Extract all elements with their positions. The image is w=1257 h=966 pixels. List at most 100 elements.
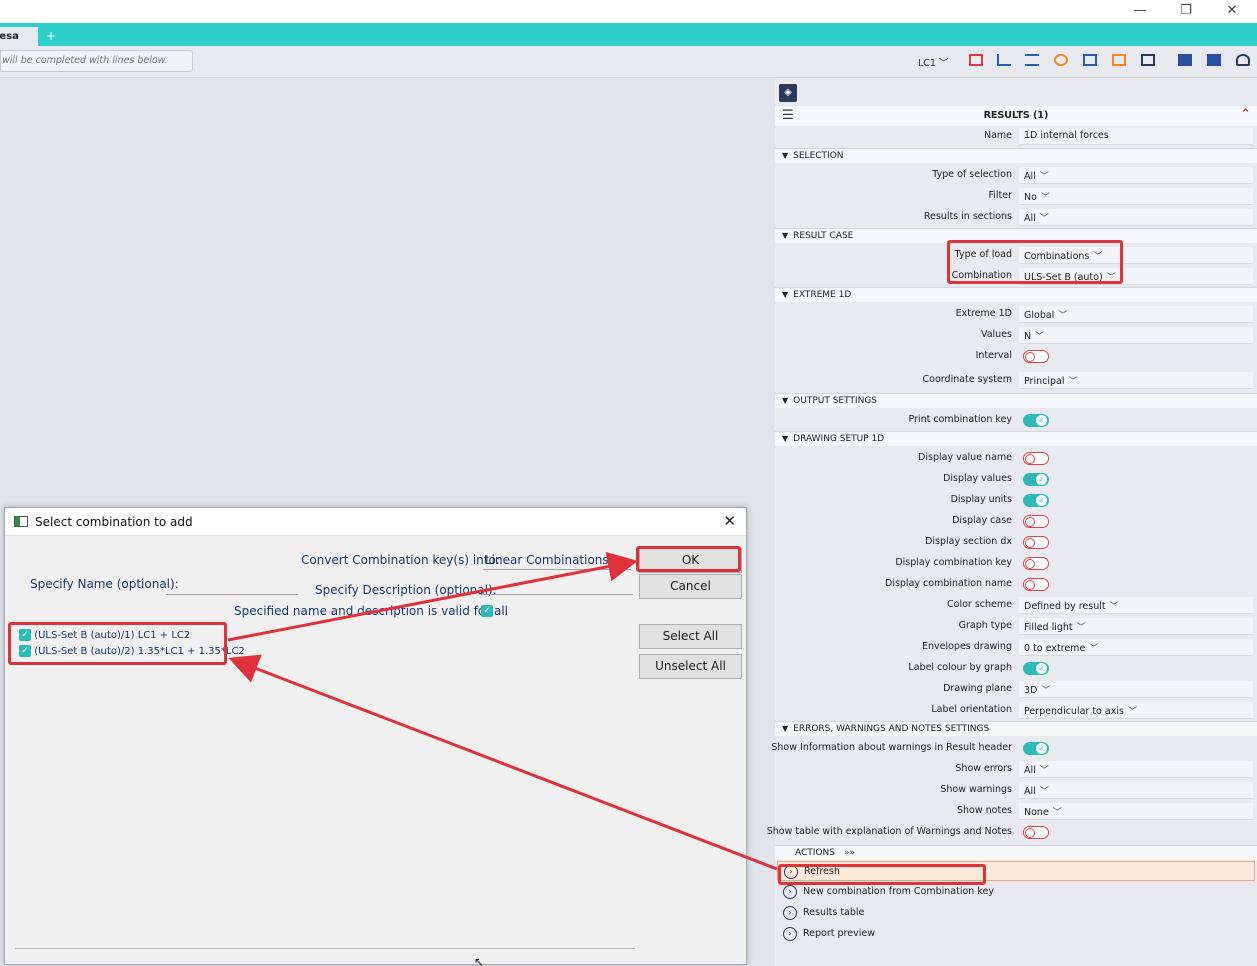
section-title: RESULT CASE (793, 231, 854, 241)
chevron-down-icon: ﹀ (1068, 377, 1078, 387)
section-output-settings[interactable]: ▼ OUTPUT SETTINGS (775, 393, 1257, 408)
property-value: No (1024, 192, 1037, 203)
toggle-switch[interactable] (1023, 414, 1049, 427)
property-row: Graph type Filled light ﹀ (775, 616, 1257, 637)
cancel-button[interactable]: Cancel (639, 574, 742, 599)
toggle-switch[interactable] (1023, 826, 1049, 839)
section-selection[interactable]: ▼ SELECTION (775, 148, 1257, 163)
property-row: Display combination key (775, 553, 1257, 574)
toggle-switch[interactable] (1023, 557, 1049, 570)
section-errors-warnings[interactable]: ▼ ERRORS, WARNINGS AND NOTES SETTINGS (775, 721, 1257, 736)
property-select[interactable]: None ﹀ (1019, 803, 1253, 820)
horizontal-scrollbar[interactable] (15, 948, 635, 949)
property-select[interactable]: All ﹀ (1019, 209, 1253, 226)
property-select[interactable]: 3D ﹀ (1019, 681, 1253, 698)
property-label: Interval (975, 350, 1012, 361)
frame-icon[interactable] (966, 51, 986, 71)
property-row: Display case (775, 511, 1257, 532)
property-label: Drawing plane (943, 683, 1012, 694)
property-select[interactable]: All ﹀ (1019, 761, 1253, 778)
property-select[interactable]: Perpendicular to axis ﹀ (1019, 702, 1253, 719)
description-input[interactable] (479, 594, 633, 595)
property-row: Display value name (775, 448, 1257, 469)
property-label: Coordinate system (922, 374, 1012, 385)
toggle-switch[interactable] (1023, 662, 1049, 675)
load-case-select[interactable]: LC1 ﹀ (918, 55, 949, 69)
section-extreme-1d[interactable]: ▼ EXTREME 1D (775, 287, 1257, 302)
action-label: New combination from Combination key (803, 886, 994, 897)
section-drawing-setup[interactable]: ▼ DRAWING SETUP 1D (775, 431, 1257, 446)
action-report-preview[interactable]: › Report preview (777, 924, 1255, 944)
property-label: Display value name (918, 452, 1012, 463)
chevron-down-icon: ﹀ (939, 58, 949, 69)
toggle-switch[interactable] (1023, 578, 1049, 591)
section-actions[interactable]: ACTIONS »» (775, 845, 1257, 860)
expand-triangle-icon: ▼ (782, 151, 789, 160)
convert-select[interactable]: Linear Combinations (485, 553, 609, 567)
coordinate-system-select[interactable]: Principal ﹀ (1019, 372, 1253, 389)
property-select[interactable]: N ﹀ (1019, 327, 1253, 344)
property-select[interactable]: All ﹀ (1019, 167, 1253, 184)
close-icon[interactable]: ✕ (1222, 3, 1242, 19)
chevron-down-icon[interactable]: ⌄ (617, 552, 625, 563)
add-tab-button[interactable]: + (46, 29, 56, 43)
chevron-right-circle-icon: › (783, 885, 797, 899)
minimize-icon[interactable]: — (1130, 3, 1150, 19)
chevron-down-icon: ﹀ (1035, 332, 1045, 342)
lock-icon[interactable] (1109, 51, 1129, 71)
property-label: Display section dx (925, 536, 1012, 547)
window-titlebar: — ❐ ✕ (0, 0, 1257, 23)
tab-project[interactable]: Lesa (0, 27, 38, 46)
property-value: Principal (1024, 376, 1065, 387)
toggle-switch[interactable] (1023, 452, 1049, 465)
property-select[interactable]: Filled light ﹀ (1019, 618, 1253, 635)
property-select[interactable]: Global ﹀ (1019, 306, 1253, 323)
dialog-close-icon[interactable]: ✕ (723, 512, 736, 530)
results-header: ☰ RESULTS (1) ⌃ (775, 106, 1257, 126)
results-properties-panel: ◈ ☰ RESULTS (1) ⌃ Name 1D internal force… (767, 78, 1257, 966)
convert-label: Convert Combination key(s) into: (301, 553, 500, 567)
name-input[interactable] (166, 594, 298, 595)
action-results-table[interactable]: › Results table (777, 903, 1255, 923)
restore-icon[interactable]: ❐ (1176, 3, 1196, 19)
property-row: Extreme 1D Global ﹀ (775, 304, 1257, 325)
property-select[interactable]: Defined by result ﹀ (1019, 597, 1253, 614)
model-icon[interactable] (1080, 51, 1100, 71)
property-label: Show table with explanation of Warnings … (766, 826, 1012, 837)
dialog-titlebar: Select combination to add ✕ (5, 508, 746, 536)
chevron-down-icon: ﹀ (1039, 787, 1049, 797)
toggle-switch[interactable] (1023, 536, 1049, 549)
section-title: OUTPUT SETTINGS (793, 396, 878, 406)
load-icon[interactable] (994, 51, 1014, 71)
property-select[interactable]: No ﹀ (1019, 188, 1253, 205)
toggle-switch[interactable] (1023, 350, 1049, 363)
valid-for-all-checkbox[interactable]: ✓ (481, 605, 493, 617)
name-field[interactable]: 1D internal forces (1019, 128, 1253, 145)
user-settings-icon[interactable] (1233, 51, 1253, 71)
toggle-switch[interactable] (1023, 515, 1049, 528)
command-line-input[interactable]: will be completed with lines below. (0, 50, 193, 72)
flag-icon[interactable] (1175, 51, 1195, 71)
collapse-up-icon[interactable]: ⌃ (1240, 107, 1251, 122)
toggle-switch[interactable] (1023, 742, 1049, 755)
support-icon[interactable] (1022, 51, 1042, 71)
unselect-all-button[interactable]: Unselect All (639, 654, 742, 679)
property-select[interactable]: 0 to extreme ﹀ (1019, 639, 1253, 656)
property-value: All (1024, 171, 1036, 182)
section-title: EXTREME 1D (793, 290, 852, 300)
toggle-switch[interactable] (1023, 494, 1049, 507)
refresh-icon[interactable] (1051, 51, 1071, 71)
property-label: Show notes (956, 805, 1012, 816)
section-title: SELECTION (793, 151, 844, 161)
property-value: 3D (1024, 685, 1038, 696)
flag-icon[interactable] (1204, 51, 1224, 71)
select-combination-dialog: Select combination to add ✕ Convert Comb… (4, 507, 747, 965)
property-select[interactable]: All ﹀ (1019, 782, 1253, 799)
property-label: Envelopes drawing (921, 641, 1012, 652)
select-all-button[interactable]: Select All (639, 624, 742, 649)
toggle-switch[interactable] (1023, 473, 1049, 486)
view-icon[interactable] (1138, 51, 1158, 71)
action-new-combination-from-combination-key[interactable]: › New combination from Combination key (777, 882, 1255, 902)
expand-triangle-icon: ▼ (782, 434, 789, 443)
chevron-down-icon: ﹀ (1041, 686, 1051, 696)
